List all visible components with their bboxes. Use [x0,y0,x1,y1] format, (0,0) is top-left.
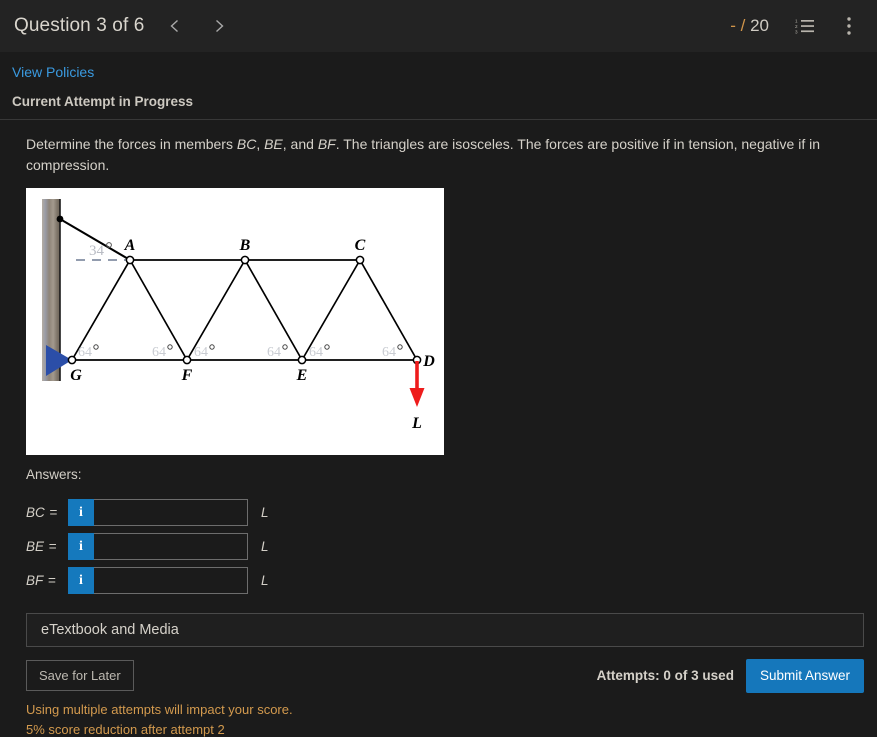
score-display: - / 20 [730,16,769,36]
chevron-left-icon[interactable] [166,17,184,35]
info-icon-be[interactable]: i [68,533,94,560]
score-separator: / [740,16,746,35]
answer-unit-be: L [261,539,269,554]
answer-unit-bc: L [261,505,269,520]
svg-text:3: 3 [795,30,798,35]
answers-section-label: Answers: [26,467,82,482]
attempts-counter: Attempts: 0 of 3 used [596,668,734,684]
answer-input-bc[interactable] [94,499,248,526]
answer-row-bf: BF = i L [26,564,841,597]
answer-rows: BC = i L BE = i L BF = i L [26,496,841,597]
svg-text:64: 64 [309,345,323,360]
info-icon-bc[interactable]: i [68,499,94,526]
svg-text:E: E [296,367,308,384]
answer-input-be[interactable] [94,533,248,560]
answer-label-bc: BC = [26,505,58,520]
question-body: Determine the forces in members BC, BE, … [0,120,877,737]
svg-text:64: 64 [152,345,166,360]
chevron-right-icon[interactable] [210,17,228,35]
truss-diagram: A B C G F E D 34 64 64 64 64 64 64 L [26,188,444,455]
score-earned: - [730,16,736,35]
view-policies-link[interactable]: View Policies [12,64,94,80]
question-sep1: , [256,136,265,152]
svg-text:64: 64 [267,345,281,360]
submit-answer-button[interactable]: Submit Answer [745,659,864,693]
page-header: Question 3 of 6 - / 20 1 2 3 [0,0,877,52]
question-text-part1: Determine the forces in members [26,136,237,152]
question-navigation [166,17,228,35]
svg-text:D: D [422,353,435,370]
answer-row-be: BE = i L [26,530,841,563]
question-member-bf: BF [317,136,336,152]
svg-text:L: L [411,415,422,432]
footer-actions: Save for Later Attempts: 0 of 3 used Sub… [26,659,864,693]
svg-text:1: 1 [795,19,798,24]
question-member-be: BE [264,136,283,152]
svg-text:B: B [239,237,251,254]
score-reduction-note: 5% score reduction after attempt 2 [26,721,225,737]
svg-text:2: 2 [795,24,798,29]
attempt-status-label: Current Attempt in Progress [12,94,194,109]
page-title: Question 3 of 6 [14,15,145,36]
vertical-dots-icon[interactable] [837,14,861,38]
answer-input-bf[interactable] [94,567,248,594]
info-icon-bf[interactable]: i [68,567,94,594]
numbered-list-icon[interactable]: 1 2 3 [793,14,817,38]
question-text: Determine the forces in members BC, BE, … [26,134,841,176]
save-for-later-button[interactable]: Save for Later [26,660,134,692]
svg-text:A: A [124,237,136,254]
answer-label-be: BE = [26,539,57,554]
answer-label-bf: BF = [26,573,56,588]
score-total: 20 [750,16,769,35]
question-sep2: , and [282,136,318,152]
svg-text:64: 64 [194,345,208,360]
svg-text:64: 64 [382,345,396,360]
etextbook-and-media-bar[interactable]: eTextbook and Media [26,613,864,647]
question-member-bc: BC [236,136,257,152]
question-page: Question 3 of 6 - / 20 1 2 3 View Polici… [0,0,877,737]
svg-text:G: G [70,367,82,384]
svg-text:F: F [181,367,193,384]
svg-text:64: 64 [78,345,92,360]
svg-text:34: 34 [89,243,105,259]
svg-text:C: C [355,237,366,254]
answer-row-bc: BC = i L [26,496,841,529]
answer-unit-bf: L [261,573,269,588]
multiple-attempts-note: Using multiple attempts will impact your… [26,701,293,717]
policies-section: View Policies [0,52,877,82]
